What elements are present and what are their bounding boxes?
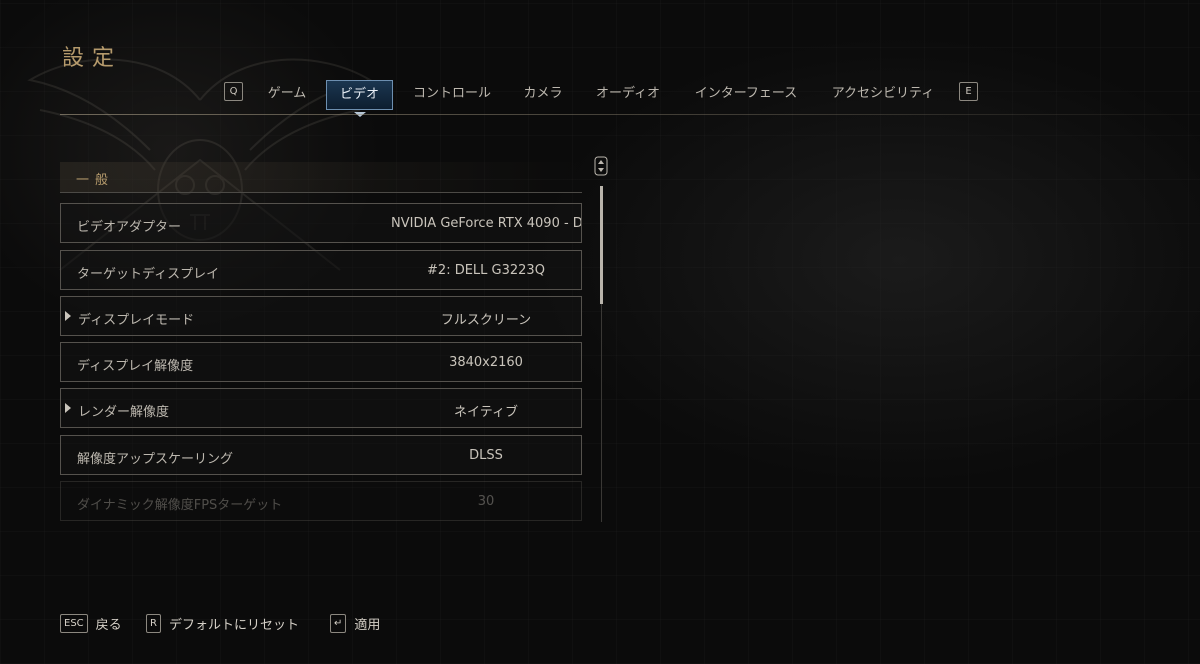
scroll-indicator-icon	[594, 156, 608, 176]
r-key-icon: R	[146, 614, 161, 633]
section-title: 一般	[76, 173, 115, 188]
setting-value: #2: DELL G3223Q	[427, 263, 545, 278]
setting-value: NVIDIA GeForce RTX 4090 - D	[391, 216, 581, 231]
prev-tab-key-hint[interactable]: Q	[224, 82, 243, 101]
apply-label: 適用	[354, 618, 381, 633]
setting-label: ビデオアダプター	[77, 220, 182, 235]
setting-label: ディスプレイモード	[78, 313, 195, 328]
page-title: 設定	[62, 46, 123, 71]
tab-camera[interactable]: カメラ	[514, 80, 572, 110]
tab-accessibility[interactable]: アクセシビリティ	[822, 80, 944, 110]
tab-controls[interactable]: コントロール	[404, 80, 500, 110]
setting-label: 解像度アップスケーリング	[77, 452, 234, 467]
setting-row-display-resolution[interactable]: ディスプレイ解像度 3840x2160	[60, 342, 582, 382]
section-header-general: 一般	[60, 162, 582, 193]
tab-game[interactable]: ゲーム	[258, 80, 316, 110]
back-label: 戻る	[95, 618, 122, 633]
setting-value: 30	[477, 494, 495, 509]
setting-row-dynamic-resolution-fps-target: ダイナミック解像度FPSターゲット 30	[60, 481, 582, 521]
setting-value: 3840x2160	[449, 355, 523, 370]
scrollbar-thumb[interactable]	[600, 186, 603, 304]
setting-value: DLSS	[469, 448, 503, 463]
back-hint[interactable]: ESC 戻る	[60, 614, 122, 634]
enter-key-icon: ↵	[330, 614, 347, 633]
reset-label: デフォルトにリセット	[168, 618, 299, 633]
esc-key-icon: ESC	[60, 614, 88, 633]
setting-label: ターゲットディスプレイ	[77, 267, 220, 282]
apply-hint[interactable]: ↵ 適用	[330, 614, 380, 634]
setting-row-render-resolution[interactable]: レンダー解像度 ネイティブ	[60, 388, 582, 428]
tab-video[interactable]: ビデオ	[326, 80, 393, 110]
setting-row-upscaling[interactable]: 解像度アップスケーリング DLSS	[60, 435, 582, 475]
setting-label: レンダー解像度	[78, 405, 170, 420]
expand-arrow-icon	[65, 403, 71, 413]
tab-audio[interactable]: オーディオ	[586, 80, 670, 110]
setting-row-target-display[interactable]: ターゲットディスプレイ #2: DELL G3223Q	[60, 250, 582, 290]
setting-row-video-adapter[interactable]: ビデオアダプター NVIDIA GeForce RTX 4090 - D	[60, 203, 582, 243]
tab-divider	[60, 114, 1200, 115]
reset-defaults-hint[interactable]: R デフォルトにリセット	[146, 614, 299, 634]
setting-value: ネイティブ	[454, 405, 518, 420]
expand-arrow-icon	[65, 311, 71, 321]
tab-interface[interactable]: インターフェース	[684, 80, 808, 110]
setting-value: フルスクリーン	[440, 313, 532, 328]
setting-label: ダイナミック解像度FPSターゲット	[77, 498, 283, 513]
next-tab-key-hint[interactable]: E	[959, 82, 978, 101]
setting-label: ディスプレイ解像度	[77, 359, 194, 374]
settings-tab-bar: Q ゲーム ビデオ コントロール カメラ オーディオ インターフェース アクセシ…	[0, 80, 1200, 114]
setting-row-display-mode[interactable]: ディスプレイモード フルスクリーン	[60, 296, 582, 336]
